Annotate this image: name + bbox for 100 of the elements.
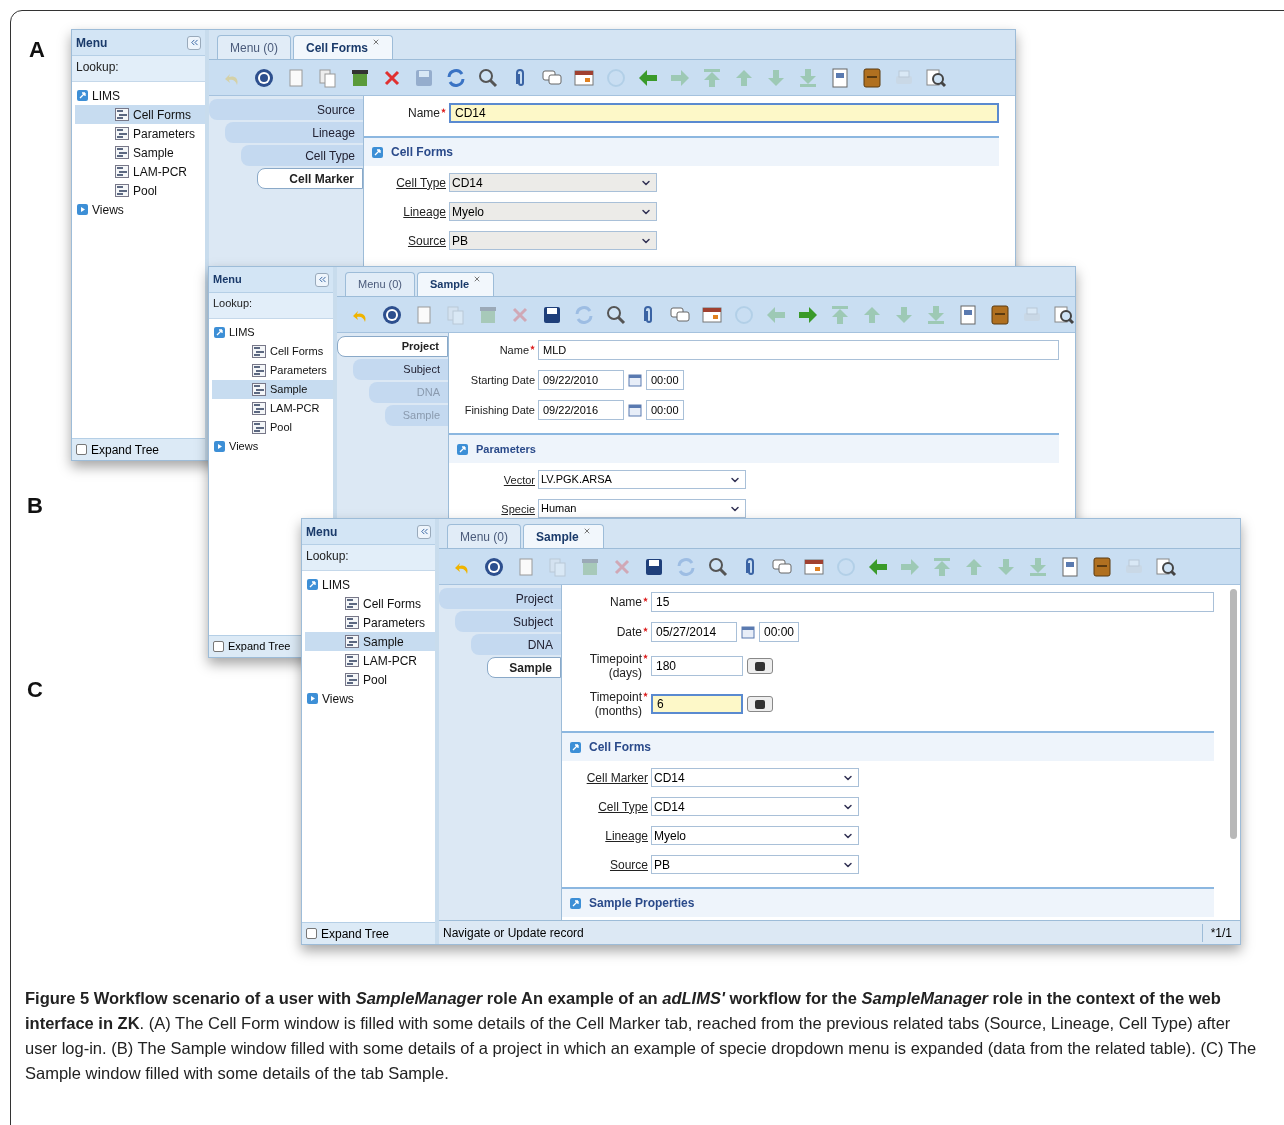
dropdown-field[interactable]: Myelo xyxy=(651,826,859,845)
section-header[interactable]: Cell Forms xyxy=(364,136,999,166)
tab[interactable]: Cell Forms xyxy=(293,35,394,59)
side-tab[interactable]: Cell Marker xyxy=(257,168,363,189)
calculator-button[interactable] xyxy=(747,658,773,674)
collapse-button[interactable] xyxy=(315,272,329,287)
collapse-icon[interactable] xyxy=(307,579,318,590)
calendar-icon[interactable] xyxy=(628,403,642,417)
tree-item[interactable]: Cell Forms xyxy=(305,594,435,613)
calculator-button[interactable] xyxy=(747,696,773,712)
section-header[interactable]: Cell Forms xyxy=(562,731,1214,761)
expand-icon[interactable] xyxy=(307,693,318,704)
help-icon[interactable] xyxy=(483,555,505,578)
collapse-icon[interactable] xyxy=(570,741,581,753)
dropdown-field[interactable]: Human xyxy=(538,499,746,518)
close-icon[interactable] xyxy=(582,527,591,535)
text-field[interactable]: MLD xyxy=(538,340,1059,360)
collapse-icon[interactable] xyxy=(570,897,581,909)
tree-item[interactable]: LAM-PCR xyxy=(75,162,205,181)
side-tab[interactable]: Project xyxy=(337,336,448,357)
calendar-icon[interactable] xyxy=(628,373,642,387)
collapse-button[interactable] xyxy=(187,35,201,50)
tree-item[interactable]: Pool xyxy=(212,418,333,437)
date-field[interactable]: 09/22/2010 xyxy=(538,370,624,390)
report-icon[interactable] xyxy=(957,303,979,326)
number-field[interactable]: 180 xyxy=(651,656,743,676)
date-field[interactable]: 09/22/2016 xyxy=(538,400,624,420)
collapse-button[interactable] xyxy=(417,524,431,539)
tab[interactable]: Sample xyxy=(523,524,604,548)
side-tab[interactable]: Source xyxy=(209,99,363,120)
dropdown-field[interactable]: CD14 xyxy=(651,768,859,787)
tree-item[interactable]: Sample xyxy=(212,380,333,399)
section-header[interactable]: Sample Properties xyxy=(562,887,1214,917)
report-icon[interactable] xyxy=(1059,555,1081,578)
checkbox[interactable] xyxy=(306,928,317,939)
tab[interactable]: Menu (0) xyxy=(217,35,292,59)
report-icon[interactable] xyxy=(829,66,851,89)
date-field[interactable]: 05/27/2014 xyxy=(651,622,737,642)
section-header[interactable]: Parameters xyxy=(449,433,1059,463)
tree-item[interactable]: Sample xyxy=(305,632,435,651)
checkbox[interactable] xyxy=(76,444,87,455)
side-tab[interactable]: DNA xyxy=(471,634,561,655)
side-tab[interactable]: Subject xyxy=(455,611,561,632)
tree-item[interactable]: Parameters xyxy=(305,613,435,632)
tree-item[interactable]: LIMS xyxy=(229,324,255,341)
close-icon[interactable] xyxy=(372,38,381,46)
collapse-icon[interactable] xyxy=(77,90,88,101)
tab[interactable]: Menu (0) xyxy=(345,272,416,296)
tree-item[interactable]: Cell Forms xyxy=(75,105,205,124)
zoom-icon[interactable] xyxy=(1053,303,1075,326)
collapse-icon[interactable] xyxy=(457,443,468,455)
tree-item[interactable]: Sample xyxy=(75,143,205,162)
help-icon[interactable] xyxy=(381,303,403,326)
dropdown-field[interactable]: CD14 xyxy=(651,797,859,816)
search-icon[interactable] xyxy=(707,555,729,578)
search-icon[interactable] xyxy=(477,66,499,89)
checkbox[interactable] xyxy=(213,641,224,652)
dropdown-field[interactable]: PB xyxy=(651,855,859,874)
tab[interactable]: Menu (0) xyxy=(447,524,522,548)
tree-item[interactable]: Views xyxy=(322,689,354,708)
collapse-icon[interactable] xyxy=(372,146,383,158)
tree-item[interactable]: Pool xyxy=(75,181,205,200)
tab[interactable]: Sample xyxy=(417,272,495,296)
tree-item[interactable]: LIMS xyxy=(92,86,120,105)
copy-icon[interactable] xyxy=(317,66,339,89)
help-icon[interactable] xyxy=(253,66,275,89)
text-field[interactable]: 15 xyxy=(651,592,1214,612)
tree-item[interactable]: Views xyxy=(229,438,259,455)
time-field[interactable]: 00:00 xyxy=(646,370,684,390)
expand-icon[interactable] xyxy=(77,204,88,215)
zoom-icon[interactable] xyxy=(1155,555,1177,578)
collapse-icon[interactable] xyxy=(214,327,225,338)
dropdown-field[interactable]: LV.PGK.ARSA xyxy=(538,470,746,489)
cabinet-icon[interactable] xyxy=(1091,555,1113,578)
tree-item[interactable]: LAM-PCR xyxy=(212,399,333,418)
expand-icon[interactable] xyxy=(214,441,225,452)
cabinet-icon[interactable] xyxy=(861,66,883,89)
text-field[interactable]: CD14 xyxy=(449,103,999,123)
zoom-icon[interactable] xyxy=(925,66,947,89)
search-icon[interactable] xyxy=(605,303,627,326)
calendar-icon[interactable] xyxy=(741,625,755,639)
tree-item[interactable]: Parameters xyxy=(212,361,333,380)
tree-item[interactable]: LIMS xyxy=(322,575,350,594)
side-tab[interactable]: Project xyxy=(439,588,561,609)
side-tab[interactable]: Subject xyxy=(353,359,448,380)
scrollbar[interactable] xyxy=(1230,589,1237,839)
number-field[interactable]: 6 xyxy=(651,694,743,714)
tree-item[interactable]: Parameters xyxy=(75,124,205,143)
time-field[interactable]: 00:00 xyxy=(646,400,684,420)
side-tab[interactable]: Lineage xyxy=(225,122,363,143)
close-icon[interactable] xyxy=(473,275,482,283)
side-tab[interactable]: Sample xyxy=(487,657,561,678)
time-field[interactable]: 00:00 xyxy=(759,622,800,642)
cabinet-icon[interactable] xyxy=(989,303,1011,326)
tree-item[interactable]: Cell Forms xyxy=(212,342,333,361)
side-tab[interactable]: Cell Type xyxy=(241,145,363,166)
tree-item[interactable]: LAM-PCR xyxy=(305,651,435,670)
refresh-icon[interactable] xyxy=(445,66,467,89)
tree-item[interactable]: Views xyxy=(92,200,124,219)
tree-item[interactable]: Pool xyxy=(305,670,435,689)
